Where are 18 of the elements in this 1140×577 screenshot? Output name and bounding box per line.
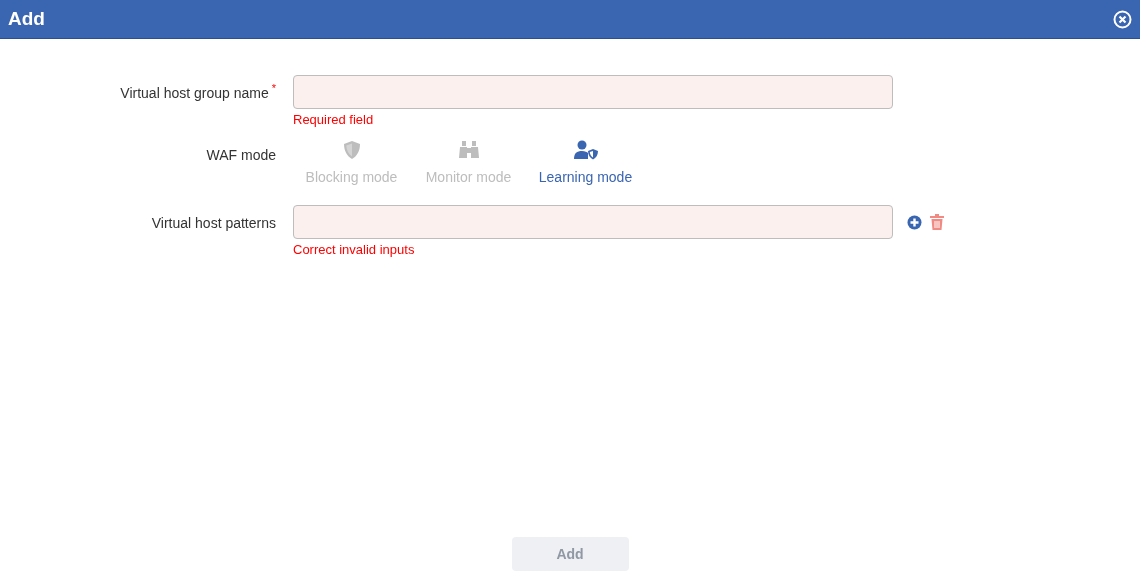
error-message: Required field — [293, 112, 375, 128]
input-field[interactable] — [293, 75, 893, 109]
required-mark: * — [271, 81, 276, 96]
mode-option[interactable]: Learning mode — [527, 140, 644, 188]
binoculars-icon — [457, 140, 480, 160]
user-shield-icon — [572, 140, 599, 160]
delete-icon[interactable] — [930, 214, 944, 230]
field-label: Virtual host patterns — [151, 214, 276, 233]
close-icon[interactable] — [1113, 9, 1132, 29]
field-label: Virtual host group name — [120, 84, 269, 103]
mode-option[interactable]: Monitor mode — [410, 140, 527, 188]
window-title: Add — [8, 6, 45, 31]
error-message: Correct invalid inputs — [293, 242, 416, 258]
add-icon[interactable] — [907, 214, 922, 230]
shield-icon — [341, 140, 362, 160]
field-label: WAF mode — [206, 146, 276, 165]
input-field[interactable] — [293, 205, 893, 239]
mode-option[interactable]: Blocking mode — [293, 140, 410, 188]
